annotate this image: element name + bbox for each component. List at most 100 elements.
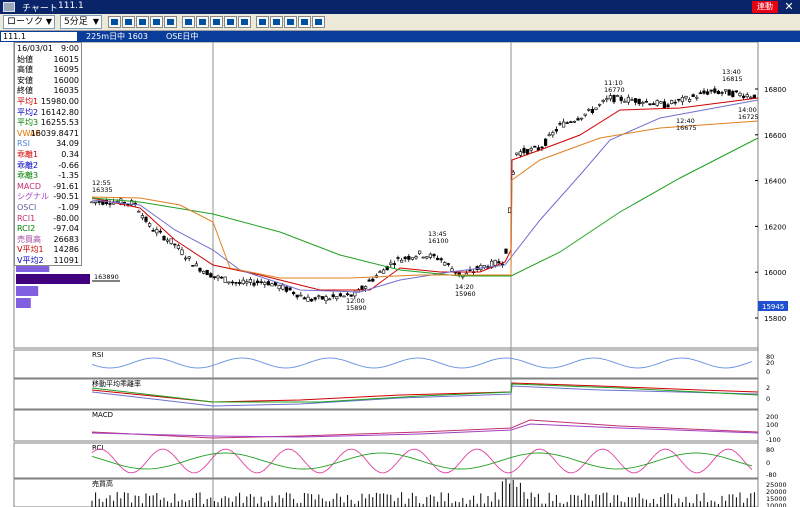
candle-body <box>389 262 393 265</box>
candle-body <box>281 284 285 290</box>
candle-body <box>202 270 206 274</box>
candle-body <box>738 93 742 96</box>
settings-icon[interactable] <box>224 16 237 28</box>
line-chart-icon[interactable] <box>164 16 177 28</box>
panel-row: OSCI -1.09 <box>17 203 79 213</box>
panel-row-label: OSCI <box>17 203 37 212</box>
candle-body <box>648 103 652 106</box>
annotation-price: 16100 <box>428 237 449 245</box>
candle-body <box>259 281 263 283</box>
close-icon[interactable]: ✕ <box>780 0 798 14</box>
delete-icon[interactable] <box>312 16 325 28</box>
candle-body <box>561 121 566 128</box>
pencil-icon[interactable] <box>256 16 269 28</box>
panel-row: RCI1 -80.00 <box>17 214 79 224</box>
candle-body <box>248 279 253 283</box>
panel-row: 平均2 16142.80 <box>17 108 79 118</box>
candle-body <box>529 148 533 151</box>
candle-body <box>291 291 296 295</box>
candle-body <box>590 109 594 113</box>
candle-body <box>597 103 602 106</box>
candle-body <box>558 123 562 125</box>
panel-row-label: RSI <box>17 139 30 149</box>
indicator-tick-label: 10000 <box>766 502 787 507</box>
panel-row-value: 11091 <box>53 256 79 265</box>
candle-body <box>277 285 281 290</box>
price-pane <box>13 42 759 349</box>
market-label: OSE日中 <box>166 32 199 41</box>
candle-body <box>493 260 497 266</box>
code-input[interactable]: 111.1 <box>1 32 77 41</box>
candle-body <box>144 216 148 222</box>
macd-pane <box>13 409 759 442</box>
candle-body <box>705 91 710 95</box>
candle-body <box>713 88 717 93</box>
panel-row-label: 平均3 <box>17 118 39 128</box>
panel-row-value: -1.09 <box>58 203 79 212</box>
candle-body <box>230 281 235 284</box>
candle-body <box>184 257 188 260</box>
trend-icon[interactable] <box>182 16 195 28</box>
candle-body <box>659 101 663 104</box>
candle-body <box>270 283 274 287</box>
cross-icon[interactable] <box>196 16 209 28</box>
panel-row-label: シグナル <box>17 192 49 202</box>
candle-body <box>615 95 620 97</box>
indicator-icon[interactable] <box>108 16 121 28</box>
interval-select[interactable]: 5分足 ▼ <box>60 15 102 29</box>
grid-icon[interactable] <box>122 16 135 28</box>
indicator-tick-label: 200 <box>766 413 778 421</box>
candle-body <box>723 89 728 92</box>
candle-body <box>443 262 447 266</box>
bar-icon[interactable] <box>238 16 251 28</box>
candle-body <box>392 263 397 265</box>
candle-body <box>626 96 630 103</box>
candle-body <box>198 267 202 272</box>
candle-body <box>727 89 731 96</box>
panel-row-value: -90.51 <box>53 192 79 202</box>
candle-body <box>702 90 706 94</box>
candle-body <box>587 109 591 111</box>
line-draw-icon[interactable] <box>270 16 283 28</box>
table-icon[interactable] <box>136 16 149 28</box>
candle-body <box>263 281 267 285</box>
candle-body <box>97 200 101 203</box>
candle-body <box>641 101 645 104</box>
candle-body <box>317 295 321 298</box>
panel-row-label: RCI2 <box>17 224 36 234</box>
chevron-down-icon: ▼ <box>92 17 99 26</box>
panel-row-value: 16000 <box>53 75 79 85</box>
erase-icon[interactable] <box>284 16 297 28</box>
indicator-label: RSI <box>92 351 103 359</box>
candle-body <box>673 101 677 104</box>
candle-body <box>158 230 163 233</box>
candle-body <box>619 96 623 101</box>
panel-row-label: 始値 <box>17 54 33 64</box>
window-icon[interactable] <box>150 16 163 28</box>
candle-body <box>238 282 242 284</box>
candle-body <box>551 132 555 136</box>
candle-body <box>734 90 738 93</box>
chart-area[interactable]: 16800166001640016200160001580012:5516335… <box>0 42 800 507</box>
indicator-label: 売買高 <box>92 479 113 488</box>
candle-body <box>371 278 375 282</box>
text-icon[interactable] <box>298 16 311 28</box>
candle-body <box>363 286 368 289</box>
panel-row-value: -1.35 <box>58 171 79 181</box>
candle-body <box>345 293 350 296</box>
candle-body <box>518 151 522 156</box>
zoom-icon[interactable] <box>210 16 223 28</box>
candle-body <box>169 238 173 244</box>
candle-body <box>407 256 411 260</box>
candle-body <box>644 100 648 103</box>
panel-row-value: 9:00 <box>61 44 79 53</box>
candle-body <box>353 291 357 297</box>
linked-button[interactable]: 連動 <box>752 1 778 13</box>
candle-body <box>428 253 433 258</box>
candle-body <box>342 295 346 298</box>
chart-type-select[interactable]: ローソク ▼ <box>3 15 55 29</box>
candle-body <box>327 298 332 301</box>
candle-body <box>572 121 576 123</box>
candle-body <box>209 273 213 278</box>
candle-body <box>173 243 177 246</box>
